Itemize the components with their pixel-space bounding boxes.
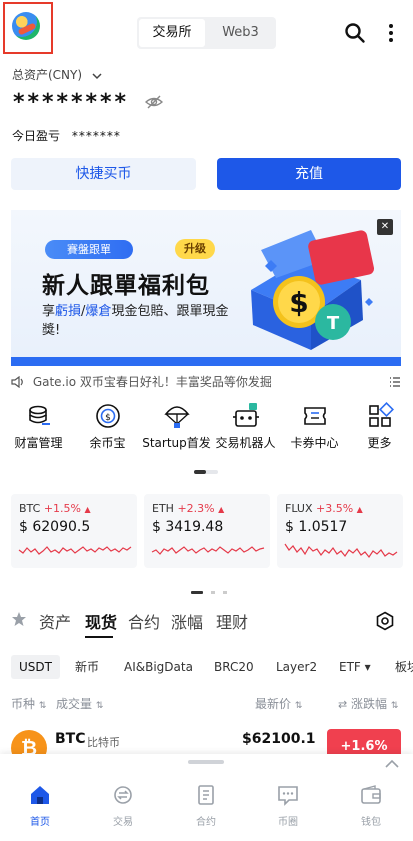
banner-accent-bar: [11, 357, 401, 366]
announcement-text: Gate.io 双币宝春日好礼！丰富奖品等你发掘: [32, 375, 272, 389]
eye-off-icon[interactable]: [145, 94, 163, 110]
trade-icon: [114, 786, 132, 804]
nav-home[interactable]: 首页: [10, 784, 70, 828]
banner-badge: 升级: [175, 239, 215, 259]
ticker-card-eth[interactable]: ETH +2.3% ▲ $ 3419.48: [144, 494, 270, 568]
more-vertical-icon[interactable]: [384, 22, 398, 44]
quick-wealth[interactable]: 财富管理: [4, 402, 73, 451]
quick-coupons[interactable]: 卡券中心: [280, 402, 349, 451]
chip-layer2[interactable]: Layer2: [276, 655, 317, 679]
avatar[interactable]: [12, 12, 40, 40]
contract-icon: [198, 785, 214, 805]
chevron-up-icon[interactable]: [385, 759, 399, 769]
exchange-web3-switch[interactable]: 交易所 Web3: [137, 17, 276, 49]
promo-banner[interactable]: 賽盤跟單 升级 新人跟單福利包 享虧損/爆倉現金包賠、跟單現金獎! $ T ✕: [11, 210, 401, 366]
tab-spot[interactable]: 现货: [85, 609, 117, 633]
coins-stack-icon: [28, 405, 50, 425]
tab-gainers[interactable]: 涨幅: [171, 609, 203, 633]
announcement-bar[interactable]: Gate.io 双币宝春日好礼！丰富奖品等你发掘: [11, 372, 401, 392]
quick-earn[interactable]: $ 余币宝: [73, 402, 142, 451]
tab-futures[interactable]: 合约: [128, 609, 160, 633]
banner-close-icon[interactable]: ✕: [377, 219, 393, 235]
nav-community[interactable]: 币圈: [258, 784, 318, 828]
up-arrow-icon: ▲: [84, 505, 91, 514]
row-symbol[interactable]: BTC: [55, 731, 86, 747]
grid-icon: [368, 402, 394, 427]
total-assets-label[interactable]: 总资产(CNY): [12, 66, 102, 83]
banner-title: 新人跟單福利包: [42, 273, 210, 299]
column-coin[interactable]: 币种 ⇅: [11, 695, 46, 712]
banner-subtitle: 享虧損/爆倉現金包賠、跟單現金獎!: [42, 304, 229, 338]
speaker-icon: [11, 375, 23, 389]
svg-text:$: $: [289, 286, 308, 319]
tab-assets[interactable]: 资产: [39, 609, 71, 633]
sparkline-flux: [284, 543, 398, 559]
chip-brc20[interactable]: BRC20: [214, 655, 254, 679]
robot-icon: [232, 403, 259, 427]
swap-icon: ⇄: [338, 698, 348, 711]
active-tab-indicator: [85, 636, 113, 638]
up-arrow-icon: ▲: [356, 505, 363, 514]
ticker-card-flux[interactable]: FLUX +3.5% ▲ $ 1.0517: [277, 494, 403, 568]
chip-etf[interactable]: ETF ▾: [339, 655, 371, 679]
banner-tag: 賽盤跟單: [45, 240, 133, 259]
total-assets-value: ********: [13, 90, 130, 115]
nav-trade[interactable]: 交易: [93, 784, 153, 828]
up-arrow-icon: ▲: [218, 505, 225, 514]
nav-futures[interactable]: 合约: [176, 784, 236, 828]
chat-icon: [278, 786, 298, 806]
chip-usdt[interactable]: USDT: [11, 655, 60, 679]
gift-box-illustration: $ T: [251, 230, 375, 350]
coin-dollar-icon: $: [95, 404, 120, 428]
column-volume[interactable]: 成交量 ⇅: [56, 695, 103, 712]
chip-sector[interactable]: 板块: [395, 655, 413, 679]
quick-menu-indicator: [194, 470, 218, 474]
quick-bot[interactable]: 交易机器人: [211, 402, 280, 451]
column-price[interactable]: 最新价 ⇅: [255, 695, 302, 712]
home-icon: [31, 786, 49, 804]
chevron-down-icon: [92, 72, 102, 79]
today-pnl: 今日盈亏 *******: [12, 129, 121, 143]
row-name: 比特币: [87, 736, 120, 749]
tab-exchange[interactable]: 交易所: [139, 19, 205, 47]
settings-hex-icon[interactable]: [375, 611, 395, 631]
drag-handle[interactable]: [188, 760, 224, 764]
svg-text:$: $: [105, 413, 111, 423]
quick-buy-button[interactable]: 快捷买币: [11, 158, 196, 190]
chip-new[interactable]: 新币: [75, 655, 99, 679]
svg-text:T: T: [327, 313, 340, 334]
deposit-button[interactable]: 充值: [217, 158, 401, 190]
search-icon[interactable]: [344, 22, 366, 44]
column-change[interactable]: ⇄ 涨跌幅 ⇅: [338, 695, 398, 712]
nav-wallet[interactable]: 钱包: [341, 784, 401, 828]
favorites-star-icon[interactable]: [11, 611, 27, 627]
ticker-card-btc[interactable]: BTC +1.5% ▲ $ 62090.5: [11, 494, 137, 568]
row-price: $62100.1: [242, 731, 316, 747]
parachute-icon: [163, 406, 190, 428]
sparkline-eth: [151, 546, 265, 555]
wallet-icon: [361, 785, 381, 804]
chip-ai-bigdata[interactable]: AI&BigData: [124, 655, 193, 679]
quick-startup[interactable]: Startup首发: [142, 402, 211, 451]
tab-web3[interactable]: Web3: [207, 19, 274, 47]
quick-more[interactable]: 更多: [345, 402, 413, 451]
ticket-icon: [303, 407, 326, 425]
sparkline-btc: [18, 546, 132, 555]
ticker-pagination: [191, 579, 228, 598]
list-icon[interactable]: [389, 376, 401, 388]
tab-finance[interactable]: 理财: [216, 609, 248, 633]
